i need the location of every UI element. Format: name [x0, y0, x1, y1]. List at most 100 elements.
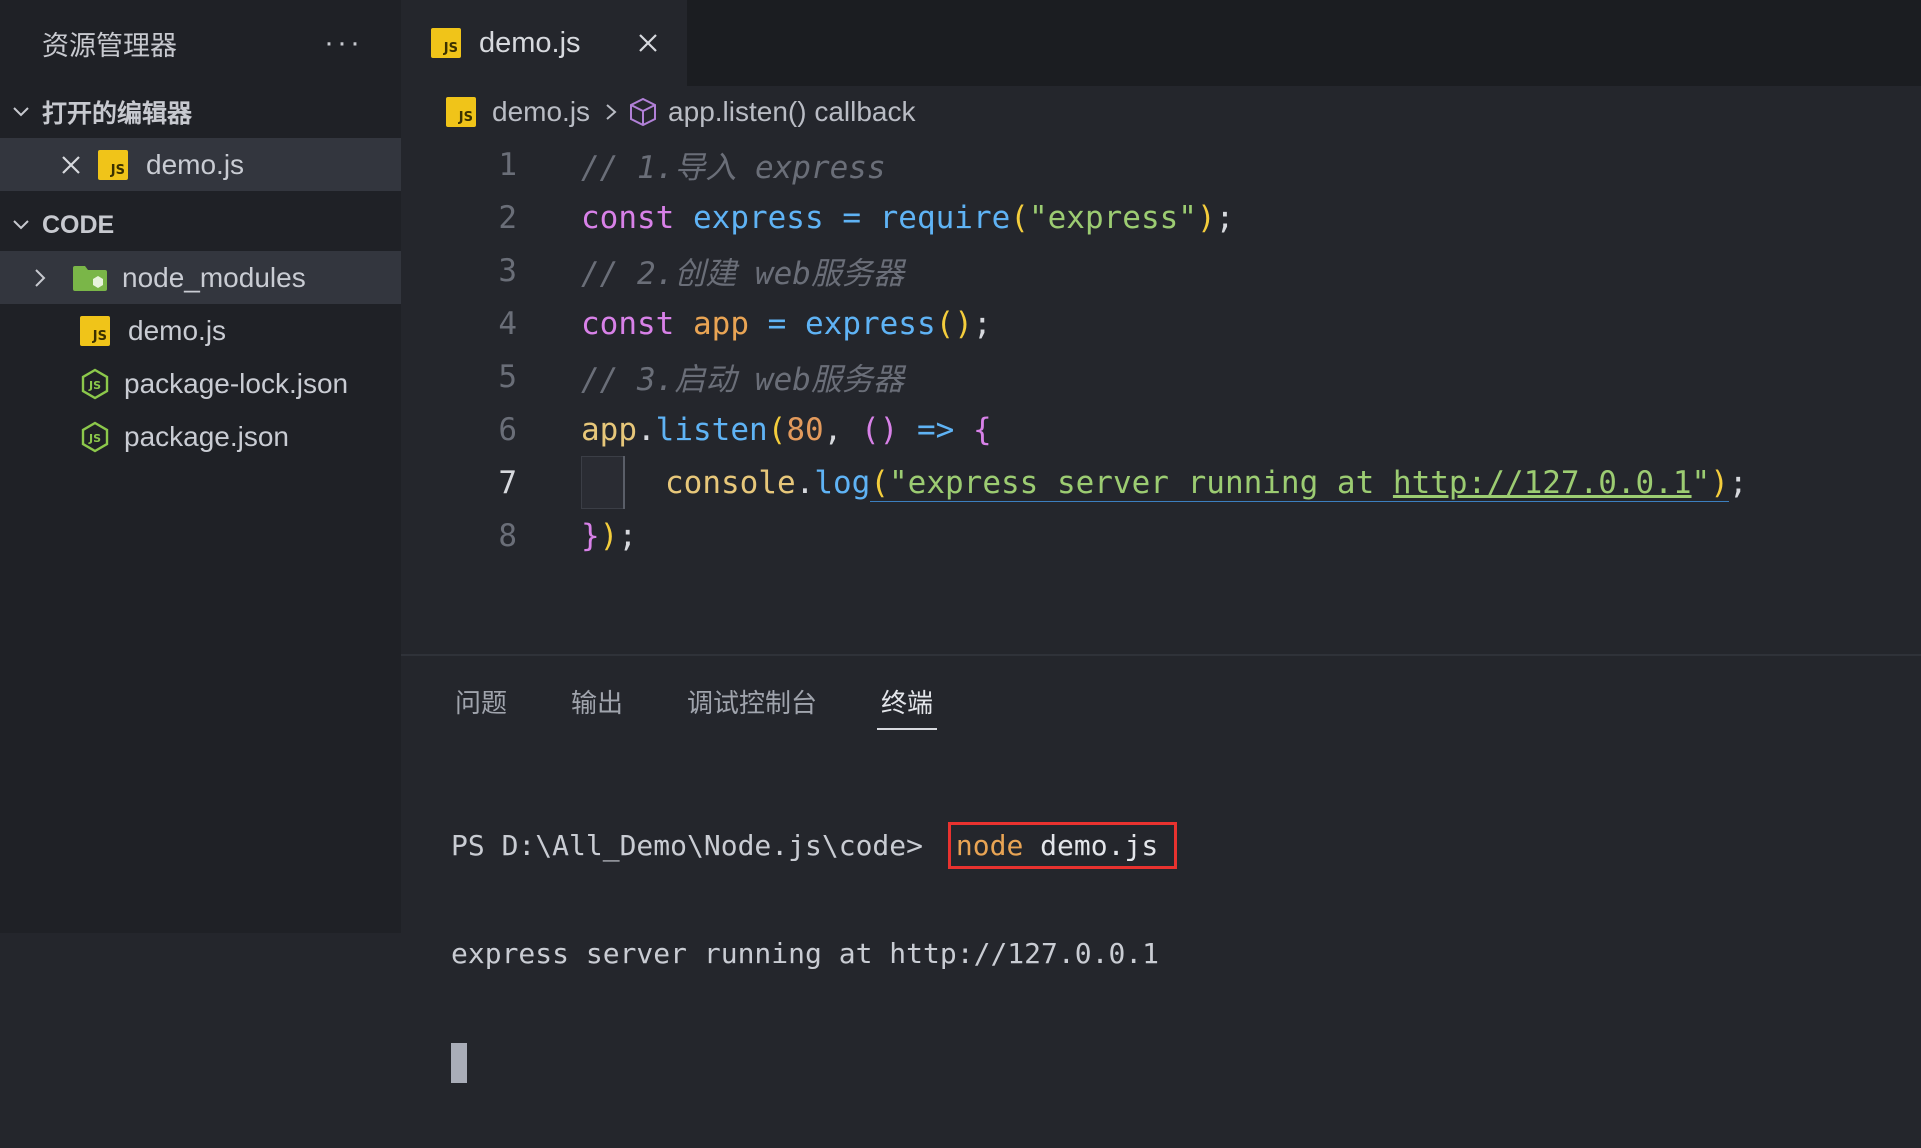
workspace-label: CODE — [42, 210, 115, 239]
tree-item-demo-js[interactable]: JS demo.js — [0, 304, 401, 357]
tree-item-package-lock-json[interactable]: JS package-lock.json — [0, 357, 401, 410]
explorer-title: 资源管理器 — [42, 30, 177, 61]
code-paren: () — [860, 411, 899, 448]
open-editors-label: 打开的编辑器 — [42, 100, 193, 128]
code-comment: // 2.创建 web服务器 — [581, 256, 904, 292]
code-string: " — [1691, 464, 1711, 501]
code-identifier: console — [665, 464, 796, 501]
code-identifier: express — [674, 199, 843, 236]
open-editor-filename: demo.js — [146, 148, 245, 180]
editor-area: JS demo.js JS demo.js app.listen() callb… — [401, 0, 1921, 1083]
terminal[interactable]: PS D:\All_Demo\Node.js\code> node demo.j… — [451, 758, 1178, 1148]
workspace-section-header[interactable]: CODE — [0, 199, 401, 251]
breadcrumb-symbol[interactable]: app.listen() callback — [668, 96, 915, 128]
open-editors-section-header[interactable]: 打开的编辑器 — [0, 86, 401, 138]
tab-debug-console[interactable]: 调试控制台 — [683, 679, 821, 724]
js-file-icon: JS — [446, 97, 476, 127]
panel-tabs: 问题 输出 调试控制台 终端 — [401, 676, 993, 730]
terminal-command: node — [955, 828, 1024, 862]
code-paren: ( — [767, 411, 787, 448]
code-operator: => — [898, 411, 973, 448]
js-file-icon: JS — [98, 149, 128, 180]
terminal-command-line: PS D:\All_Demo\Node.js\code> node demo.j… — [451, 821, 1178, 869]
tree-item-label: package.json — [124, 420, 290, 452]
line-number: 5 — [498, 358, 517, 395]
explorer-header: 资源管理器 ··· — [0, 0, 401, 86]
code-identifier: app — [674, 305, 768, 342]
line-number: 6 — [498, 411, 517, 448]
code-line: 3 // 2.创建 web服务器 — [401, 244, 1921, 297]
method-cube-icon — [628, 96, 658, 128]
code-function: require — [860, 199, 1011, 236]
open-editor-item[interactable]: JS demo.js — [0, 138, 401, 191]
code-punctuation: ; — [1728, 464, 1748, 501]
command-highlight-box: node demo.js — [947, 821, 1178, 869]
code-punctuation: ; — [1215, 199, 1235, 236]
code-paren: ) — [1710, 464, 1729, 501]
chevron-down-icon — [0, 215, 42, 235]
code-paren: () — [935, 305, 973, 342]
code-line-current: 7 console.log("express server running at… — [401, 456, 1921, 509]
code-function: express — [786, 305, 936, 342]
code-operator: = — [842, 199, 861, 236]
code-function: log — [814, 464, 871, 501]
chevron-right-icon — [604, 101, 618, 123]
terminal-prompt: PS D:\All_Demo\Node.js\code> — [451, 828, 940, 862]
js-file-icon: JS — [80, 315, 110, 346]
tab-terminal[interactable]: 终端 — [877, 679, 938, 730]
code-punctuation: ; — [618, 517, 638, 554]
close-tab-icon[interactable] — [633, 28, 663, 58]
terminal-cursor-line — [451, 1040, 1177, 1083]
code-brace: } — [581, 517, 600, 554]
tab-demo-js[interactable]: JS demo.js — [401, 0, 688, 86]
code-punctuation: . — [795, 464, 815, 501]
tab-output[interactable]: 输出 — [567, 679, 627, 724]
code-paren: ( — [1010, 199, 1029, 236]
code-keyword: const — [581, 199, 675, 236]
tree-item-label: node_modules — [122, 261, 306, 293]
code-editor[interactable]: 1 // 1.导入 express 2 const express = requ… — [401, 138, 1921, 638]
breadcrumb: JS demo.js app.listen() callback — [401, 86, 1921, 138]
close-icon[interactable] — [56, 150, 86, 180]
line-number: 4 — [498, 305, 517, 342]
code-number: 80 — [786, 411, 824, 448]
chevron-right-icon — [30, 267, 72, 289]
code-paren: ) — [599, 517, 619, 554]
tree-item-package-json[interactable]: JS package.json — [0, 410, 401, 463]
code-comment: // 3.启动 web服务器 — [581, 362, 904, 398]
code-function: listen — [655, 411, 768, 448]
code-comment: // 1.导入 express — [581, 150, 886, 186]
code-line: 1 // 1.导入 express — [401, 138, 1921, 191]
code-punctuation: , — [823, 411, 861, 448]
tab-label: demo.js — [479, 26, 581, 59]
explorer-sidebar: 资源管理器 ··· 打开的编辑器 JS demo.js CODE node_mo… — [0, 0, 401, 933]
code-operator: = — [767, 305, 787, 342]
tree-item-label: package-lock.json — [124, 367, 349, 399]
node-json-icon: JS — [80, 368, 110, 400]
code-paren: ) — [1196, 199, 1216, 236]
folder-icon — [72, 264, 108, 292]
line-number: 2 — [498, 199, 517, 236]
js-file-icon: JS — [431, 28, 461, 58]
terminal-output-line: express server running at http://127.0.0… — [451, 932, 1177, 974]
chevron-down-icon — [0, 102, 42, 122]
code-line: 2 const express = require("express"); — [401, 191, 1921, 244]
code-string: "express" — [1028, 199, 1197, 236]
line-number: 1 — [498, 146, 517, 183]
svg-text:JS: JS — [88, 379, 101, 392]
panel-divider[interactable] — [401, 654, 1921, 656]
indent-guide — [581, 456, 625, 509]
code-line: 4 const app = express(); — [401, 297, 1921, 350]
code-url-link[interactable]: http://127.0.0.1 — [1393, 465, 1692, 501]
tab-problems[interactable]: 问题 — [451, 679, 511, 724]
terminal-cursor — [451, 1043, 467, 1083]
line-number: 7 — [498, 464, 517, 501]
code-punctuation: . — [637, 411, 656, 448]
more-actions-button[interactable]: ··· — [324, 26, 363, 60]
tree-item-node-modules[interactable]: node_modules — [0, 251, 401, 304]
line-number: 3 — [498, 252, 517, 289]
line-number: 8 — [498, 517, 517, 554]
terminal-output: express server running at http://127.0.0… — [451, 936, 1160, 970]
code-line: 5 // 3.启动 web服务器 — [401, 350, 1921, 403]
breadcrumb-file[interactable]: demo.js — [492, 96, 590, 128]
